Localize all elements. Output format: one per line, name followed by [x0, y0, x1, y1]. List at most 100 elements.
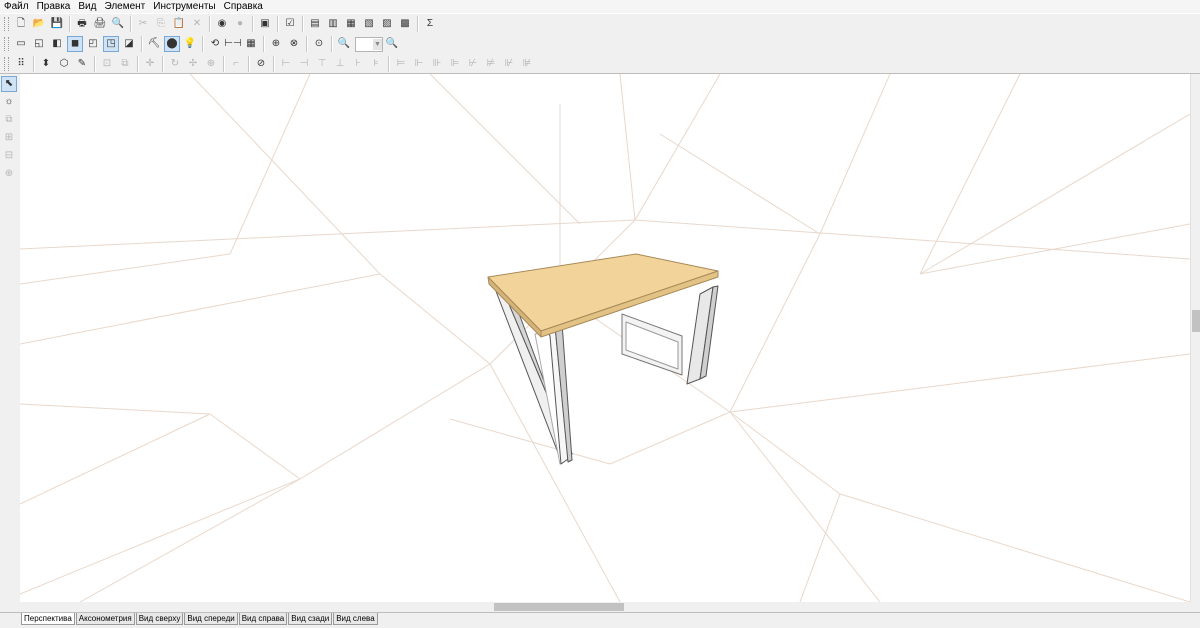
rotate-obj-icon[interactable]: ↻: [167, 56, 183, 72]
toolbar-main: 🗋 📂 💾 🖶 🖨 🔍 ✂ ⎘ 📋 ✕ ◉ ● ▣ ☑ ▤ ▥ ▦ ▧ ▨ ▩ Σ: [0, 13, 1200, 35]
vertical-scrollbar[interactable]: [1190, 74, 1200, 602]
tab-view-1[interactable]: Аксонометрия: [75, 613, 135, 625]
block-icon[interactable]: ▣: [257, 16, 273, 32]
move-icon[interactable]: ✛: [142, 56, 158, 72]
menu-item-3[interactable]: Элемент: [100, 0, 149, 13]
distribute-2-icon[interactable]: ⊩: [411, 56, 427, 72]
view-box-icon[interactable]: ◪: [121, 36, 137, 52]
menu-item-4[interactable]: Инструменты: [149, 0, 219, 13]
horizontal-scroll-thumb[interactable]: [494, 603, 624, 611]
light-sun-icon[interactable]: ☼: [1, 94, 17, 110]
print-icon[interactable]: 🖨: [92, 16, 108, 32]
distribute-5-icon[interactable]: ⊬: [465, 56, 481, 72]
zoom-combobox[interactable]: ▼: [355, 36, 383, 52]
tab-view-2[interactable]: Вид сверху: [135, 613, 184, 625]
open-icon[interactable]: 📂: [31, 16, 47, 32]
outline-view-icon[interactable]: ◱: [31, 36, 47, 52]
horizontal-scrollbar[interactable]: [20, 602, 1190, 612]
new-file-icon[interactable]: 🗋: [13, 16, 29, 32]
align-top-icon[interactable]: ⊤: [314, 56, 330, 72]
distribute-8-icon[interactable]: ⊯: [519, 56, 535, 72]
texture-icon[interactable]: ⛏: [146, 36, 162, 52]
copy-obj-icon[interactable]: ⧉: [117, 56, 133, 72]
dots-grid-icon[interactable]: ⠿: [13, 56, 29, 72]
view-front-icon[interactable]: ◰: [85, 36, 101, 52]
distribute-1-icon[interactable]: ⊨: [393, 56, 409, 72]
vertical-scroll-thumb[interactable]: [1192, 310, 1200, 332]
light-icon[interactable]: 💡: [182, 36, 198, 52]
toolbar-grip[interactable]: [4, 37, 9, 51]
tab-view-3[interactable]: Вид спереди: [184, 613, 238, 625]
dimension-icon[interactable]: ⊢⊣: [224, 36, 241, 52]
align-center-icon[interactable]: ⊦: [350, 56, 366, 72]
model-list-icon[interactable]: ▤: [307, 16, 323, 32]
zoom-icon[interactable]: 🔍: [336, 36, 352, 52]
zoom-icon[interactable]: 🔍: [384, 36, 400, 52]
distribute-7-icon[interactable]: ⊮: [501, 56, 517, 72]
wire-view-icon[interactable]: ▭: [13, 36, 29, 52]
toolbar-grip[interactable]: [4, 56, 9, 71]
cut-sheet-icon[interactable]: ▩: [397, 16, 413, 32]
menu-item-5[interactable]: Справка: [220, 0, 267, 13]
grid-icon[interactable]: ▦: [243, 36, 259, 52]
tab-view-5[interactable]: Вид сзади: [288, 613, 333, 625]
report-icon[interactable]: ▥: [325, 16, 341, 32]
find-icon[interactable]: 🔍: [110, 16, 126, 32]
tab-view-0[interactable]: Перспектива: [21, 613, 75, 625]
scene-svg: [20, 74, 1190, 602]
target-icon[interactable]: ⊙: [311, 36, 327, 52]
toolbar-separator: [33, 55, 34, 72]
furniture-icon[interactable]: ▦: [343, 16, 359, 32]
align-right-icon[interactable]: ⊣: [296, 56, 312, 72]
distribute-6-icon[interactable]: ⊭: [483, 56, 499, 72]
select-box-icon[interactable]: ⊡: [99, 56, 115, 72]
save-icon[interactable]: 💾: [49, 16, 65, 32]
globe-icon[interactable]: ◉: [214, 16, 230, 32]
pivot-icon[interactable]: ⊕: [203, 56, 219, 72]
menu-item-2[interactable]: Вид: [74, 0, 100, 13]
magnet-icon[interactable]: ⊕: [268, 36, 284, 52]
print-preview-icon[interactable]: 🖶: [74, 16, 90, 32]
shaded-view-icon[interactable]: ◧: [49, 36, 65, 52]
copy-icon[interactable]: ⎘: [153, 16, 169, 32]
solid-view-icon[interactable]: ◼: [67, 36, 83, 52]
distribute-4-icon[interactable]: ⊫: [447, 56, 463, 72]
cursor-icon[interactable]: ⬉: [1, 76, 17, 92]
chevron-down-icon[interactable]: ▼: [373, 38, 382, 50]
align-middle-icon[interactable]: ⊧: [368, 56, 384, 72]
cube-icon[interactable]: ⬡: [56, 56, 72, 72]
align-bottom-icon[interactable]: ⊥: [332, 56, 348, 72]
stop-icon[interactable]: ⊘: [253, 56, 269, 72]
pencil-icon[interactable]: ✎: [74, 56, 90, 72]
view-side-icon[interactable]: ◳: [103, 36, 119, 52]
toolbar-separator: [141, 36, 142, 52]
corner-icon[interactable]: ⌐: [228, 56, 244, 72]
move-cross-icon[interactable]: ✢: [185, 56, 201, 72]
tab-view-4[interactable]: Вид справа: [238, 613, 288, 625]
panel-icon[interactable]: ▨: [379, 16, 395, 32]
sum-icon[interactable]: Σ: [422, 16, 438, 32]
3d-viewport[interactable]: [20, 74, 1190, 602]
toolbar-separator: [130, 16, 131, 32]
move-up-icon[interactable]: ⬍: [38, 56, 54, 72]
toolbar-grip[interactable]: [4, 17, 9, 31]
zoom-panel-icon[interactable]: ⊕: [1, 166, 17, 182]
material-icon[interactable]: ●: [232, 16, 248, 32]
snap-icon[interactable]: ⊗: [286, 36, 302, 52]
sphere-icon[interactable]: ⬤: [164, 36, 180, 52]
paste-icon[interactable]: 📋: [171, 16, 187, 32]
rotate-icon[interactable]: ⟲: [207, 36, 223, 52]
align-left-icon[interactable]: ⊢: [278, 56, 294, 72]
cut-icon[interactable]: ✂: [135, 16, 151, 32]
hole-icon[interactable]: ⊞: [1, 130, 17, 146]
tab-view-6[interactable]: Вид слева: [333, 613, 378, 625]
menu-item-0[interactable]: Файл: [0, 0, 33, 13]
delete-icon[interactable]: ✕: [189, 16, 205, 32]
distribute-3-icon[interactable]: ⊪: [429, 56, 445, 72]
properties-icon[interactable]: ☑: [282, 16, 298, 32]
edge-icon[interactable]: ⊟: [1, 148, 17, 164]
fittings-icon[interactable]: ▧: [361, 16, 377, 32]
menu-item-1[interactable]: Правка: [33, 0, 75, 13]
toolbar-separator: [69, 16, 70, 32]
copy-panel-icon[interactable]: ⧉: [1, 112, 17, 128]
